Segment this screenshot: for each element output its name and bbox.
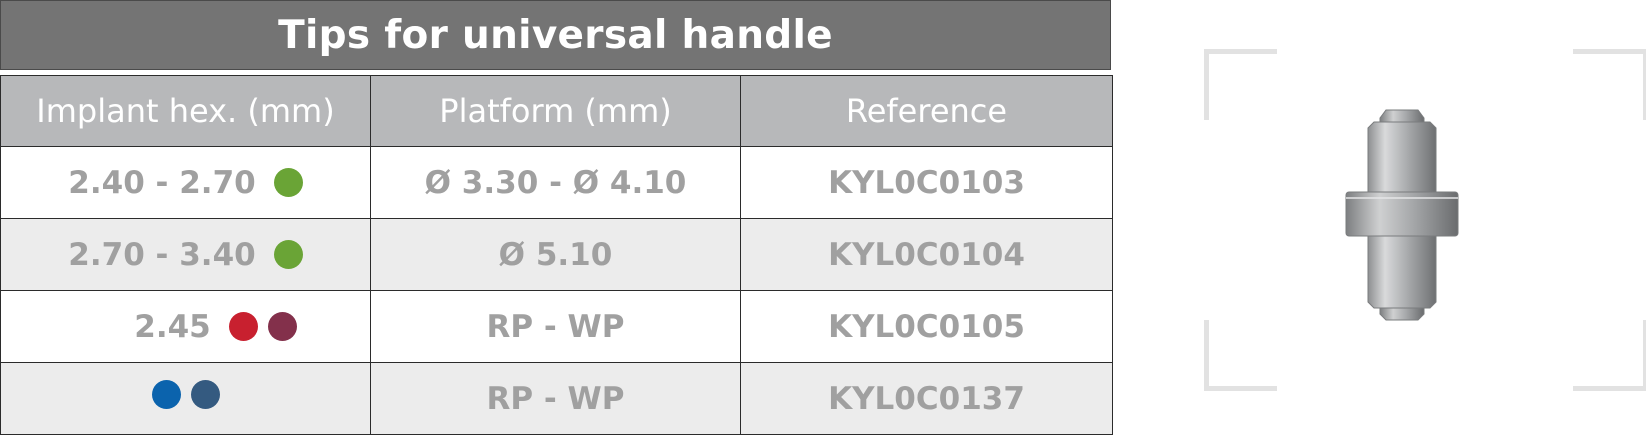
color-code-dot <box>228 312 258 341</box>
platform-cell: RP - WP <box>370 290 741 363</box>
corner-bracket <box>1204 320 1277 391</box>
implant-hex-value: 2.40 - 2.70 <box>68 164 256 201</box>
color-code-dot <box>267 312 297 341</box>
table-header-row: Implant hex. (mm) Platform (mm) Referenc… <box>0 75 1113 147</box>
color-code-dot <box>273 240 303 269</box>
color-code-dot <box>151 380 181 409</box>
reference-cell: KYL0C0105 <box>740 290 1113 363</box>
color-code-dot <box>273 168 303 197</box>
table-title: Tips for universal handle <box>278 12 833 58</box>
implant-hex-cell: 2.45 <box>0 290 371 363</box>
implant-hex-cell: 2.70 - 3.40 <box>0 218 371 291</box>
implant-hex-cell: 2.40 - 2.70 <box>0 146 371 219</box>
tips-table: Implant hex. (mm) Platform (mm) Referenc… <box>0 75 1113 435</box>
corner-bracket <box>1573 49 1646 120</box>
header-platform: Platform (mm) <box>370 75 741 147</box>
table-row: RP - WP KYL0C0137 <box>0 362 1113 435</box>
table-row: 2.40 - 2.70 Ø 3.30 - Ø 4.10 KYL0C0103 <box>0 146 1113 219</box>
header-reference: Reference <box>740 75 1113 147</box>
corner-bracket <box>1204 49 1277 120</box>
implant-hex-cell <box>0 362 371 435</box>
table-row: 2.70 - 3.40 Ø 5.10 KYL0C0104 <box>0 218 1113 291</box>
table-row: 2.45 RP - WP KYL0C0105 <box>0 290 1113 363</box>
implant-hex-value: 2.45 <box>134 308 211 345</box>
product-image-frame <box>1196 46 1646 391</box>
reference-cell: KYL0C0137 <box>740 362 1113 435</box>
reference-cell: KYL0C0104 <box>740 218 1113 291</box>
table-title-bar: Tips for universal handle <box>0 0 1111 70</box>
corner-bracket <box>1573 320 1646 391</box>
platform-cell: Ø 5.10 <box>370 218 741 291</box>
platform-cell: Ø 3.30 - Ø 4.10 <box>370 146 741 219</box>
reference-cell: KYL0C0103 <box>740 146 1113 219</box>
platform-cell: RP - WP <box>370 362 741 435</box>
implant-hex-value: 2.70 - 3.40 <box>68 236 256 273</box>
universal-handle-tip-image <box>1345 109 1459 321</box>
header-implant-hex: Implant hex. (mm) <box>0 75 371 147</box>
color-code-dot <box>190 380 220 409</box>
